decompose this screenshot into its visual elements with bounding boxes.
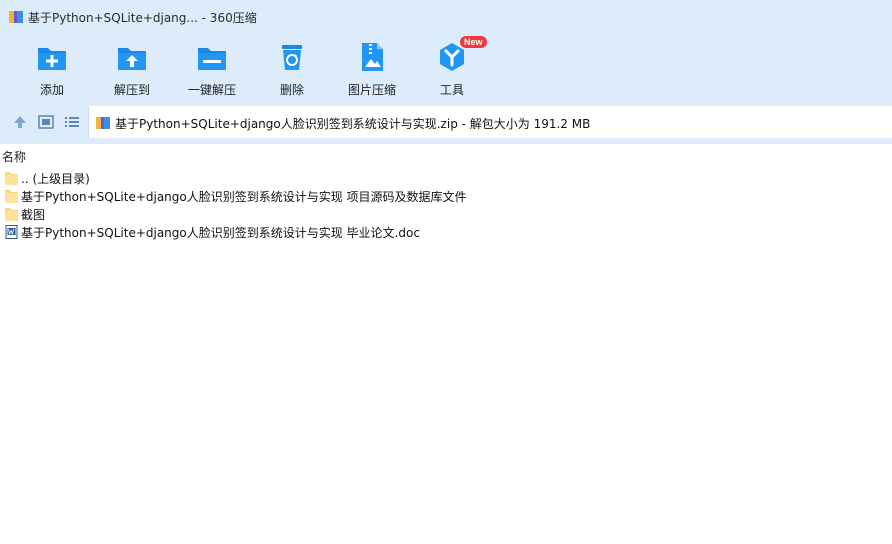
list-item-parent-dir[interactable]: .. (上级目录): [0, 169, 892, 187]
list-item-name: .. (上级目录): [21, 171, 90, 186]
address-bar: 基于Python+SQLite+django人脸识别签到系统设计与实现.zip …: [0, 104, 892, 140]
title-bar: 基于Python+SQLite+djang... - 360压缩: [0, 0, 892, 34]
archive-app-icon: [9, 11, 23, 23]
thumbnail-view-icon[interactable]: [38, 114, 54, 130]
list-item-folder[interactable]: 基于Python+SQLite+django人脸识别签到系统设计与实现 项目源码…: [0, 187, 892, 205]
column-header-name[interactable]: 名称: [0, 146, 892, 164]
list-view-icon[interactable]: [64, 114, 80, 130]
list-item-name: 基于Python+SQLite+django人脸识别签到系统设计与实现 毕业论文…: [21, 225, 420, 240]
list-item-file[interactable]: 基于Python+SQLite+django人脸识别签到系统设计与实现 毕业论文…: [0, 223, 892, 241]
delete-button[interactable]: 删除: [256, 38, 328, 100]
file-list: .. (上级目录) 基于Python+SQLite+django人脸识别签到系统…: [0, 169, 892, 241]
folder-icon: [5, 190, 18, 203]
tools-button[interactable]: New 工具: [416, 36, 488, 100]
delete-label: 删除: [279, 83, 304, 97]
recycle-bin-icon: [282, 45, 302, 70]
one-click-extract-icon: [198, 48, 226, 70]
separator: [0, 140, 892, 144]
up-arrow-icon[interactable]: [12, 114, 28, 130]
path-text: 基于Python+SQLite+django人脸识别签到系统设计与实现.zip …: [115, 117, 591, 131]
add-button[interactable]: 添加: [16, 38, 88, 100]
image-compress-button[interactable]: 图片压缩: [336, 38, 408, 100]
extract-to-button[interactable]: 解压到: [96, 38, 168, 100]
add-folder-icon: [38, 48, 66, 70]
image-compress-label: 图片压缩: [347, 83, 396, 97]
extract-to-label: 解压到: [113, 83, 150, 97]
folder-icon: [5, 208, 18, 221]
extract-to-icon: [118, 48, 146, 70]
zip-file-icon: [96, 117, 110, 129]
folder-icon: [5, 172, 18, 185]
add-label: 添加: [39, 83, 64, 97]
path-field[interactable]: 基于Python+SQLite+django人脸识别签到系统设计与实现.zip …: [88, 106, 892, 138]
word-doc-icon: [5, 225, 18, 239]
new-badge: New: [460, 36, 487, 48]
list-item-folder[interactable]: 截图: [0, 205, 892, 223]
one-click-extract-label: 一键解压: [187, 83, 236, 97]
window-title: 基于Python+SQLite+djang... - 360压缩: [28, 11, 257, 25]
one-click-extract-button[interactable]: 一键解压: [176, 38, 248, 100]
image-compress-icon: [362, 43, 383, 71]
list-item-name: 截图: [21, 207, 46, 222]
toolbar: 添加 解压到 一键解压 删除 图片压缩 New 工具: [0, 34, 892, 104]
tools-label: 工具: [439, 83, 464, 97]
list-item-name: 基于Python+SQLite+django人脸识别签到系统设计与实现 项目源码…: [21, 189, 467, 204]
column-name-label: 名称: [2, 150, 27, 164]
